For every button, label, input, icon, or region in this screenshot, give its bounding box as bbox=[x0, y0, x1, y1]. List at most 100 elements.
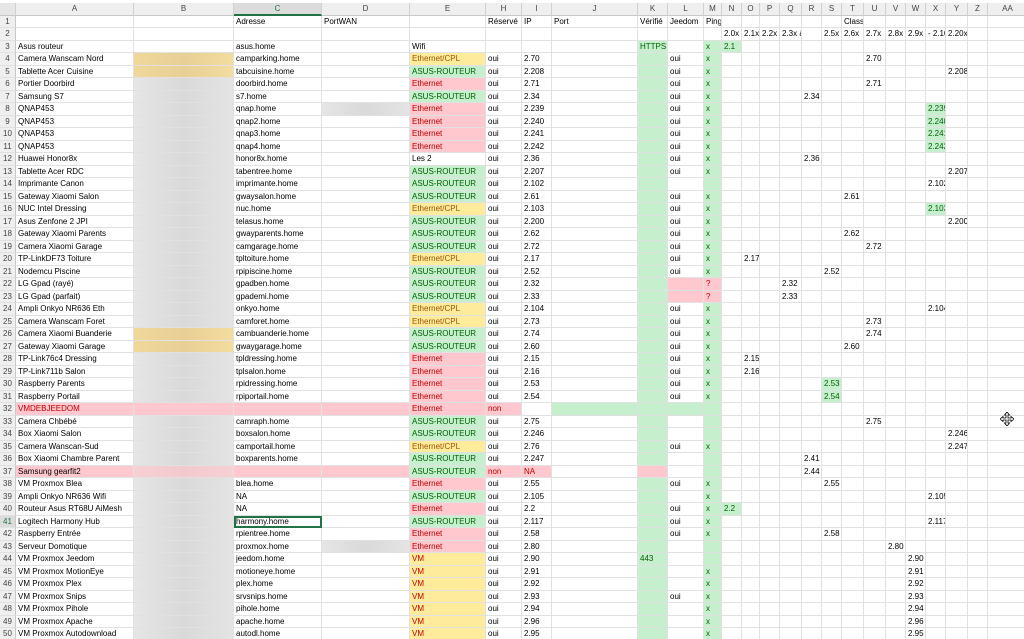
cell-c27[interactable]: gwaygarage.home bbox=[234, 340, 322, 353]
cell[interactable] bbox=[134, 278, 234, 291]
cell[interactable] bbox=[822, 615, 842, 628]
cell[interactable] bbox=[760, 478, 780, 491]
row-header[interactable]: 33 bbox=[0, 415, 16, 428]
cell-e21[interactable]: ASUS-ROUTEUR bbox=[410, 265, 486, 278]
cell-w48[interactable]: 2.94 bbox=[906, 603, 926, 616]
cell-o29[interactable]: 2.16 bbox=[742, 365, 760, 378]
cell[interactable] bbox=[742, 90, 760, 103]
row-header[interactable]: 24 bbox=[0, 303, 16, 316]
header-cell-t[interactable]: Classe bbox=[842, 15, 864, 28]
cell-c7[interactable]: s7.home bbox=[234, 90, 322, 103]
cell[interactable] bbox=[760, 403, 780, 416]
cell-u26[interactable]: 2.74 bbox=[864, 328, 886, 341]
cell[interactable] bbox=[802, 103, 822, 116]
cell[interactable] bbox=[864, 65, 886, 78]
cell-a50[interactable]: VM Proxmox Autodownload bbox=[16, 628, 134, 639]
cell[interactable] bbox=[742, 240, 760, 253]
cell[interactable] bbox=[742, 540, 760, 553]
cell-c3[interactable]: asus.home bbox=[234, 40, 322, 53]
cell[interactable] bbox=[968, 303, 988, 316]
cell[interactable] bbox=[704, 28, 722, 41]
cell[interactable] bbox=[552, 78, 638, 91]
cell[interactable] bbox=[722, 215, 742, 228]
cell[interactable] bbox=[906, 390, 926, 403]
cell[interactable] bbox=[638, 315, 668, 328]
cell[interactable] bbox=[802, 628, 822, 639]
cell[interactable] bbox=[946, 378, 968, 391]
cell-a13[interactable]: Tablette Acer RDC bbox=[16, 165, 134, 178]
cell-h45[interactable]: oui bbox=[486, 565, 522, 578]
cell[interactable] bbox=[134, 540, 234, 553]
row-header[interactable]: 6 bbox=[0, 78, 16, 91]
cell[interactable] bbox=[552, 165, 638, 178]
cell[interactable] bbox=[988, 266, 1024, 278]
cell[interactable] bbox=[552, 53, 638, 66]
cell[interactable] bbox=[968, 53, 988, 66]
cell-a38[interactable]: VM Proxmox Blea bbox=[16, 478, 134, 491]
cell[interactable] bbox=[722, 440, 742, 453]
cell[interactable] bbox=[864, 90, 886, 103]
cell-l26[interactable]: oui bbox=[668, 328, 704, 341]
cell[interactable] bbox=[822, 115, 842, 128]
cell-c4[interactable]: camparking.home bbox=[234, 53, 322, 66]
cell[interactable] bbox=[760, 90, 780, 103]
cell-e18[interactable]: ASUS-ROUTEUR bbox=[410, 228, 486, 241]
cell[interactable] bbox=[886, 528, 906, 541]
cell[interactable] bbox=[742, 153, 760, 166]
cell[interactable] bbox=[886, 465, 906, 478]
cell[interactable] bbox=[822, 553, 842, 566]
cell[interactable] bbox=[722, 403, 742, 416]
cell-m29[interactable]: x bbox=[704, 365, 722, 378]
cell[interactable] bbox=[760, 615, 780, 628]
cell-i45[interactable]: 2.91 bbox=[522, 565, 552, 578]
cell[interactable] bbox=[552, 103, 638, 116]
cell[interactable] bbox=[886, 140, 906, 153]
row-header[interactable]: 3 bbox=[0, 40, 16, 53]
cell[interactable] bbox=[668, 403, 704, 416]
cell-e13[interactable]: ASUS-ROUTEUR bbox=[410, 165, 486, 178]
row-header[interactable]: 22 bbox=[0, 278, 16, 291]
cell[interactable] bbox=[486, 28, 522, 41]
cell[interactable] bbox=[638, 403, 668, 416]
cell[interactable] bbox=[886, 428, 906, 441]
cell-e23[interactable]: ASUS-ROUTEUR bbox=[410, 290, 486, 303]
cell-w49[interactable]: 2.96 bbox=[906, 615, 926, 628]
cell[interactable] bbox=[988, 228, 1024, 241]
cell[interactable] bbox=[802, 553, 822, 566]
column-header-y[interactable]: Y bbox=[946, 3, 968, 16]
cell[interactable] bbox=[842, 503, 864, 516]
cell[interactable] bbox=[134, 103, 234, 116]
cell[interactable] bbox=[322, 353, 410, 366]
cell[interactable] bbox=[802, 115, 822, 128]
cell-c12[interactable]: honor8x.home bbox=[234, 153, 322, 166]
cell[interactable] bbox=[886, 453, 906, 466]
cell[interactable] bbox=[780, 190, 802, 203]
cell[interactable] bbox=[886, 353, 906, 366]
cell-e47[interactable]: VM bbox=[410, 590, 486, 603]
cell[interactable] bbox=[722, 203, 742, 216]
cell[interactable] bbox=[780, 165, 802, 178]
cell[interactable] bbox=[906, 315, 926, 328]
cell-l10[interactable]: oui bbox=[668, 128, 704, 141]
cell[interactable] bbox=[780, 603, 802, 616]
cell[interactable] bbox=[638, 253, 668, 266]
cell[interactable] bbox=[988, 378, 1024, 391]
cell-a27[interactable]: Gateway Xiaomi Garage bbox=[16, 340, 134, 353]
cell-e45[interactable]: VM bbox=[410, 565, 486, 578]
cell-c16[interactable]: nuc.home bbox=[234, 203, 322, 216]
cell[interactable] bbox=[926, 65, 946, 78]
cell[interactable] bbox=[552, 415, 638, 428]
cell[interactable] bbox=[638, 290, 668, 303]
cell[interactable] bbox=[988, 78, 1024, 91]
cell-m30[interactable]: x bbox=[704, 378, 722, 391]
cell[interactable] bbox=[760, 603, 780, 616]
cell[interactable] bbox=[760, 340, 780, 353]
cell[interactable] bbox=[864, 303, 886, 316]
column-header-x[interactable]: X bbox=[926, 3, 946, 16]
cell[interactable] bbox=[988, 528, 1024, 541]
cell[interactable] bbox=[822, 440, 842, 453]
cell[interactable] bbox=[638, 28, 668, 41]
cell[interactable] bbox=[760, 40, 780, 53]
cell[interactable] bbox=[842, 78, 864, 91]
cell-i16[interactable]: 2.103 bbox=[522, 203, 552, 216]
